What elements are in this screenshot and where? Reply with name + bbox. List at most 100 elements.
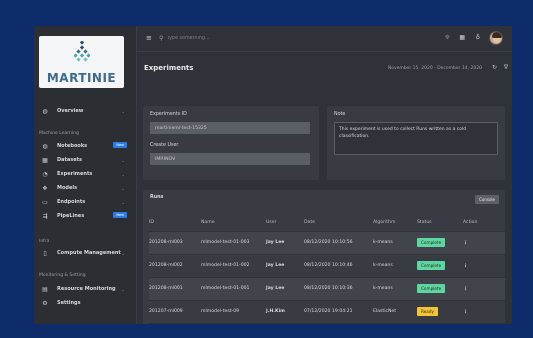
table-row[interactable]: 201207-ml009 mlmodel-test-09 J.H.Kim 07/… [149, 300, 505, 323]
chevron-down-icon: ⌄ [121, 157, 125, 163]
menu-icon[interactable]: ≡ [146, 34, 152, 42]
brand-name: MARTINIE [46, 71, 117, 85]
cell-name: mlmodel-test-01-002 [201, 263, 250, 268]
new-badge: New [113, 212, 127, 218]
sidebar-item-overview[interactable]: ◍ Overview ⌄ [41, 106, 131, 116]
sidebar-item-models[interactable]: ❖ Models ⌄ [41, 183, 131, 193]
runs-card: Runs Console ID Name User Date Algorithm… [143, 190, 505, 324]
section-monitoring: Monitoring & Setting [39, 273, 86, 278]
cell-id: 201208-ml003 [149, 231, 201, 254]
search-input[interactable] [167, 34, 287, 43]
sidebar-item-label: Notebooks [57, 143, 88, 149]
refresh-icon[interactable]: ↻ [492, 64, 497, 71]
sidebar-item-label: Resource Monitoring [57, 286, 116, 292]
column-header-status[interactable]: Status [417, 215, 463, 231]
chevron-down-icon: ⌄ [121, 199, 125, 205]
sidebar-item-label: Datasets [57, 157, 83, 163]
cell-algorithm: ElasticNet [373, 309, 397, 314]
table-row[interactable]: 201208-ml002 mlmodel-test-01-002 Jay Lee… [149, 254, 505, 277]
status-badge: Complete [417, 238, 446, 247]
cell-date: 08/12/2020 10:10:56 [304, 231, 373, 254]
chevron-down-icon: ⌄ [121, 171, 125, 177]
cell-date: 08/12/2020 10:10:46 [304, 263, 353, 268]
column-header-action[interactable]: Action [463, 215, 505, 231]
table-row-partial[interactable] [149, 323, 505, 324]
cell-id: 201207-ml009 [149, 309, 183, 314]
chevron-down-icon: ⌄ [121, 286, 125, 292]
table-header-row: ID Name User Date Algorithm Status Actio… [149, 215, 505, 231]
globe-icon: ◍ [42, 142, 48, 150]
cell-date: 08/12/2020 10:10:36 [304, 277, 373, 300]
logo-mark-icon [74, 41, 90, 62]
experiment-info-card: Experiments ID martinieml-test-15325 Cre… [143, 106, 319, 180]
sidebar-item-notebooks[interactable]: ◍ Notebooks New [41, 141, 131, 151]
search-icon: ⚲ [159, 35, 164, 42]
date-range[interactable]: November 15, 2020 - December 14, 2020 [388, 66, 482, 71]
cell-algorithm: k-means [373, 231, 417, 254]
cube-icon: ❖ [42, 184, 48, 192]
cell-algorithm: k-means [373, 263, 393, 268]
create-user-label: Create User [150, 143, 179, 148]
create-user-field[interactable]: IMP.INOV [150, 153, 310, 165]
new-badge: New [113, 142, 127, 148]
chevron-down-icon: ⌄ [121, 185, 125, 191]
sidebar-item-experiments[interactable]: ◔ Experiments ⌄ [41, 169, 131, 179]
notification-icon[interactable]: ♁ [476, 34, 480, 41]
experiment-id-label: Experiments ID [150, 112, 187, 117]
sidebar: MARTINIE ◍ Overview ⌄ Machine Learning ◍… [34, 26, 137, 324]
sidebar-item-label: PipeLines [57, 213, 85, 219]
cell-id: 201208-ml002 [149, 263, 183, 268]
filter-icon[interactable]: ∇ [504, 64, 508, 71]
apps-grid-icon[interactable]: ▦ [459, 34, 465, 41]
file-icon: ▤ [42, 285, 48, 293]
column-header-date[interactable]: Date [304, 215, 373, 231]
cell-user: Jay Lee [266, 231, 304, 254]
flask-icon: ◔ [42, 170, 48, 178]
column-header-algorithm[interactable]: Algorithm [373, 215, 417, 231]
experiment-id-field[interactable]: martinieml-test-15325 [150, 122, 310, 134]
sidebar-item-resource-monitoring[interactable]: ▤ Resource Monitoring ⌄ [41, 284, 131, 294]
cell-name: mlmodel-test-01-001 [201, 277, 266, 300]
sidebar-item-pipelines[interactable]: ⇶ PipeLines New [41, 211, 131, 221]
status-badge: Complete [417, 284, 446, 293]
pipeline-icon: ⇶ [42, 212, 48, 220]
more-actions-icon[interactable]: ⋮ [463, 309, 468, 315]
gear-icon: ⚙ [42, 299, 48, 307]
top-bar: ≡ ⚲ ☼ ▦ ♁ [137, 26, 512, 52]
page-title: Experiments [144, 64, 194, 72]
console-button[interactable]: Console [475, 195, 499, 204]
cell-algorithm: k-means [373, 277, 417, 300]
table-row[interactable]: 201208-ml001 mlmodel-test-01-001 Jay Lee… [149, 277, 505, 300]
grid-icon: ▦ [42, 156, 48, 164]
table-row[interactable]: 201208-ml003 mlmodel-test-01-003 Jay Lee… [149, 231, 505, 254]
sidebar-item-label: Settings [57, 300, 81, 306]
column-header-id[interactable]: ID [149, 215, 201, 231]
brand-logo[interactable]: MARTINIE [39, 36, 124, 88]
status-badge: Ready [417, 307, 438, 316]
note-card: Note This experiment is used to collect … [327, 106, 505, 180]
status-badge: Complete [417, 261, 446, 270]
note-field[interactable]: This experiment is used to collect Runs … [334, 122, 498, 155]
cell-name: mlmodel-test-01-003 [201, 231, 266, 254]
main-content: Experiments November 15, 2020 - December… [137, 52, 512, 324]
cell-user: Jay Lee [266, 263, 285, 268]
more-actions-icon[interactable]: ⋮ [463, 240, 468, 246]
more-actions-icon[interactable]: ⋮ [463, 263, 468, 269]
sidebar-item-datasets[interactable]: ▦ Datasets ⌄ [41, 155, 131, 165]
cell-user: Jay Lee [266, 277, 304, 300]
sidebar-item-endpoints[interactable]: ▭ Endpoints ⌄ [41, 197, 131, 207]
section-infra: Infra [39, 239, 50, 244]
runs-table: ID Name User Date Algorithm Status Actio… [149, 215, 505, 324]
more-actions-icon[interactable]: ⋮ [463, 286, 468, 292]
chevron-down-icon: ⌄ [121, 108, 125, 114]
sun-icon[interactable]: ☼ [445, 34, 450, 41]
sidebar-item-label: Experiments [57, 171, 93, 177]
user-avatar[interactable] [489, 31, 503, 45]
sidebar-item-label: Compute Management [57, 250, 121, 256]
column-header-user[interactable]: User [266, 215, 304, 231]
sidebar-item-settings[interactable]: ⚙ Settings [41, 298, 131, 308]
app-window: MARTINIE ◍ Overview ⌄ Machine Learning ◍… [34, 26, 512, 324]
sidebar-item-compute-management[interactable]: ▯ Compute Management ⌄ [41, 248, 131, 258]
sidebar-item-label: Models [57, 185, 78, 191]
column-header-name[interactable]: Name [201, 215, 266, 231]
